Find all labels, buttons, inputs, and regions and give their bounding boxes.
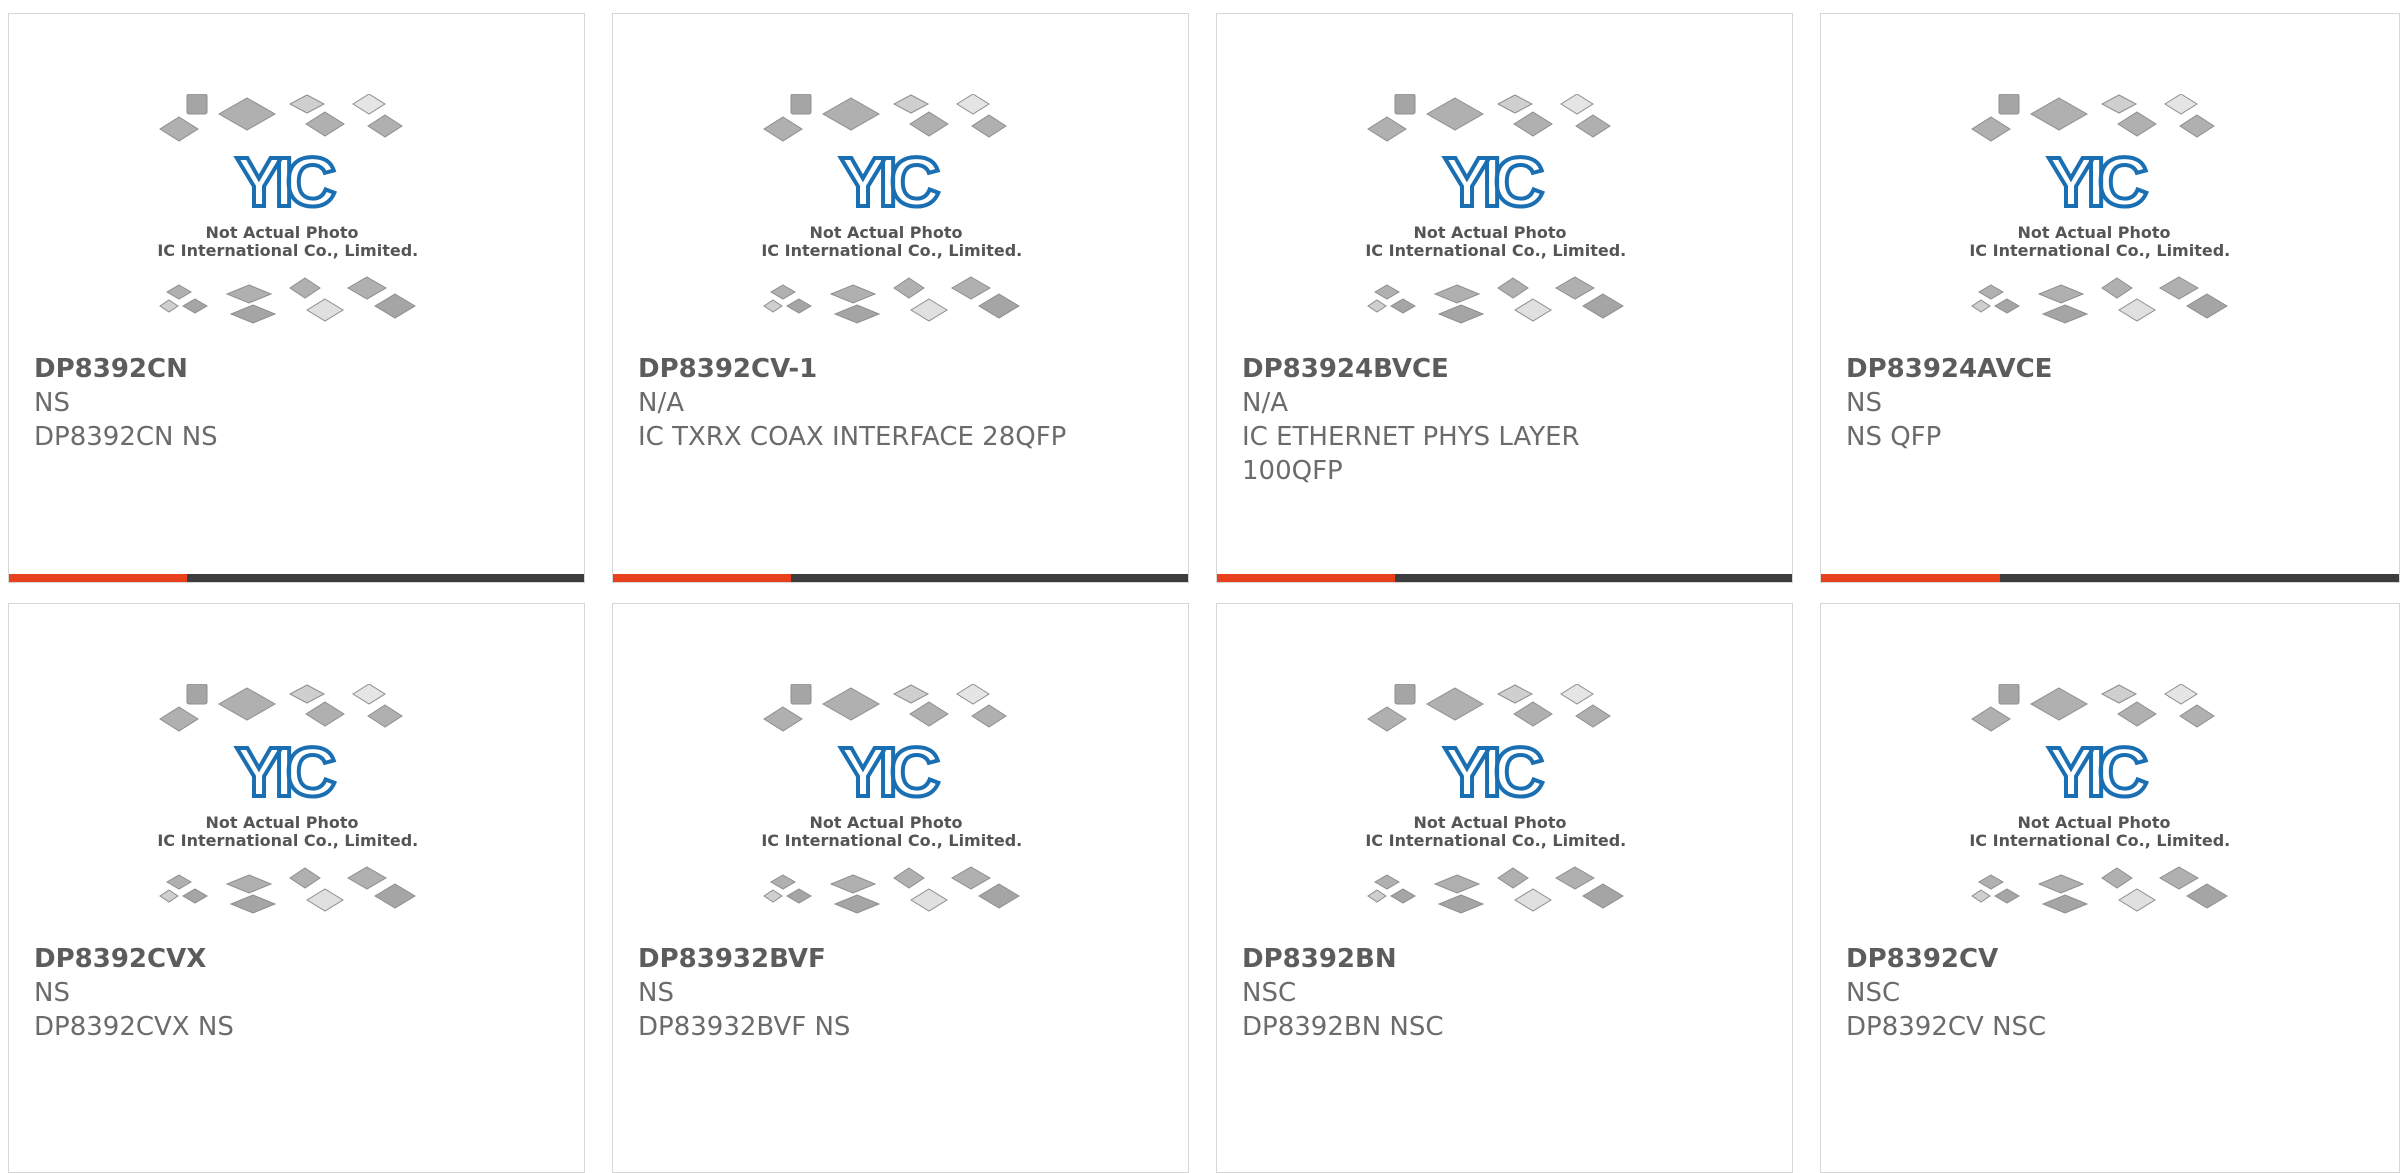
manufacturer: NS [1846,388,1882,418]
progress-bar [613,574,1188,582]
svg-text:Not Actual Photo: Not Actual Photo [809,223,962,242]
manufacturer: N/A [1242,388,1288,418]
placeholder-image: YIC Not Actual PhotoYIC International Co.… [1365,94,1626,324]
part-number[interactable]: DP8392CVX [34,942,554,976]
placeholder-image: YIC Not Actual PhotoYIC International Co.… [157,684,418,914]
svg-text:YIC International Co., Limited: YIC International Co., Limited. [1969,241,2230,260]
progress-fill [9,574,188,582]
part-number[interactable]: DP83932BVF [638,942,1158,976]
description: DP8392CN NS [34,422,218,452]
manufacturer: NS [638,978,674,1008]
svg-text:YIC International Co., Limited: YIC International Co., Limited. [761,831,1022,850]
product-card[interactable]: YIC Not Actual Photo YIC International Co.… [1820,603,2400,1173]
chip-icon [1998,684,2020,705]
chip-icon [1394,684,1416,705]
progress-bar [1821,574,2399,582]
chip-icon [790,94,812,115]
product-image[interactable]: YIC Not Actual Photo YIC International Co.… [1365,94,1645,364]
product-card[interactable]: YIC Not Actual Photo YIC International Co.… [8,13,585,583]
product-image[interactable]: YIC Not Actual Photo YIC International Co.… [1365,684,1645,954]
svg-text:Not Actual Photo: Not Actual Photo [2017,223,2170,242]
manufacturer: NS [34,388,70,418]
description: DP8392CV NSC [1846,1012,2047,1042]
svg-text:YIC International Co., Limited: YIC International Co., Limited. [761,241,1022,260]
logo: YIC [2048,143,2147,221]
part-number[interactable]: DP83924AVCE [1846,352,2366,386]
progress-fill [613,574,792,582]
svg-text:Not Actual Photo: Not Actual Photo [1413,813,1566,832]
progress-fill [1821,574,2001,582]
chip-icon [790,684,812,705]
svg-text:Not Actual Photo: Not Actual Photo [809,813,962,832]
placeholder-image: YIC Not Actual PhotoYIC International Co.… [761,94,1022,324]
svg-text:Not Actual Photo: Not Actual Photo [205,813,358,832]
svg-text:YIC International Co., Limited: YIC International Co., Limited. [1365,241,1626,260]
progress-fill [1217,574,1396,582]
part-number[interactable]: DP8392CN [34,352,554,386]
manufacturer: NS [34,978,70,1008]
product-image[interactable]: YIC Not Actual Photo YIC International Co.… [1969,94,2249,364]
description: DP8392BN NSC [1242,1012,1444,1042]
product-card[interactable]: YIC Not Actual Photo YIC International Co.… [1820,13,2400,583]
svg-text:Not Actual Photo: Not Actual Photo [1413,223,1566,242]
product-image[interactable]: YIC Not Actual Photo YIC International Co.… [1969,684,2249,954]
chip-icon [1998,94,2020,115]
product-card[interactable]: YIC Not Actual Photo YIC International Co.… [8,603,585,1173]
logo: YIC [840,733,939,811]
svg-text:YIC International Co., Limited: YIC International Co., Limited. [157,831,418,850]
logo: YIC [1444,733,1543,811]
product-card[interactable]: YIC Not Actual Photo YIC International Co.… [1216,603,1793,1173]
product-image[interactable]: YIC Not Actual Photo YIC International Co.… [157,94,437,364]
svg-text:YIC International Co., Limited: YIC International Co., Limited. [157,241,418,260]
manufacturer: NSC [1846,978,1901,1008]
description: NS QFP [1846,422,1942,452]
product-card[interactable]: YIC Not Actual Photo YIC International Co.… [612,13,1189,583]
description: DP83932BVF NS [638,1012,851,1042]
svg-text:YIC International Co., Limited: YIC International Co., Limited. [1365,831,1626,850]
part-number[interactable]: DP8392CV [1846,942,2366,976]
placeholder-image: YIC Not Actual PhotoYIC International Co.… [1365,684,1626,914]
svg-text:YIC International Co., Limited: YIC International Co., Limited. [1969,831,2230,850]
description: IC TXRX COAX INTERFACE 28QFP [638,422,1067,452]
product-grid: YIC Not Actual Photo YIC International Co.… [0,0,2400,1173]
progress-bar [9,574,584,582]
logo: YIC [2048,733,2147,811]
description: DP8392CVX NS [34,1012,234,1042]
part-number[interactable]: DP8392BN [1242,942,1762,976]
product-image[interactable]: YIC Not Actual Photo YIC International Co.… [761,684,1041,954]
logo: YIC [236,733,335,811]
progress-bar [1217,574,1792,582]
placeholder-image: YIC Not Actual PhotoYIC International Co.… [1969,94,2230,324]
svg-text:Not Actual Photo: Not Actual Photo [2017,813,2170,832]
chip-icon [1394,94,1416,115]
logo: YIC [1444,143,1543,221]
svg-text:Not Actual Photo: Not Actual Photo [205,223,358,242]
description: IC ETHERNET PHYS LAYER 100QFP [1242,422,1580,486]
part-number[interactable]: DP83924BVCE [1242,352,1762,386]
product-card[interactable]: YIC Not Actual Photo YIC International Co.… [1216,13,1793,583]
product-card[interactable]: YIC Not Actual Photo YIC International Co.… [612,603,1189,1173]
placeholder-image: YIC Not Actual PhotoYIC International Co.… [157,94,418,324]
logo: YIC [840,143,939,221]
product-image[interactable]: YIC Not Actual Photo YIC International Co.… [761,94,1041,364]
logo: YIC [236,143,335,221]
placeholder-image: YIC Not Actual PhotoYIC International Co.… [761,684,1022,914]
chip-icon [186,94,208,115]
placeholder-image: YIC Not Actual PhotoYIC International Co.… [1969,684,2230,914]
part-number[interactable]: DP8392CV-1 [638,352,1158,386]
product-image[interactable]: YIC Not Actual Photo YIC International Co.… [157,684,437,954]
manufacturer: N/A [638,388,684,418]
chip-icon [186,684,208,705]
manufacturer: NSC [1242,978,1297,1008]
